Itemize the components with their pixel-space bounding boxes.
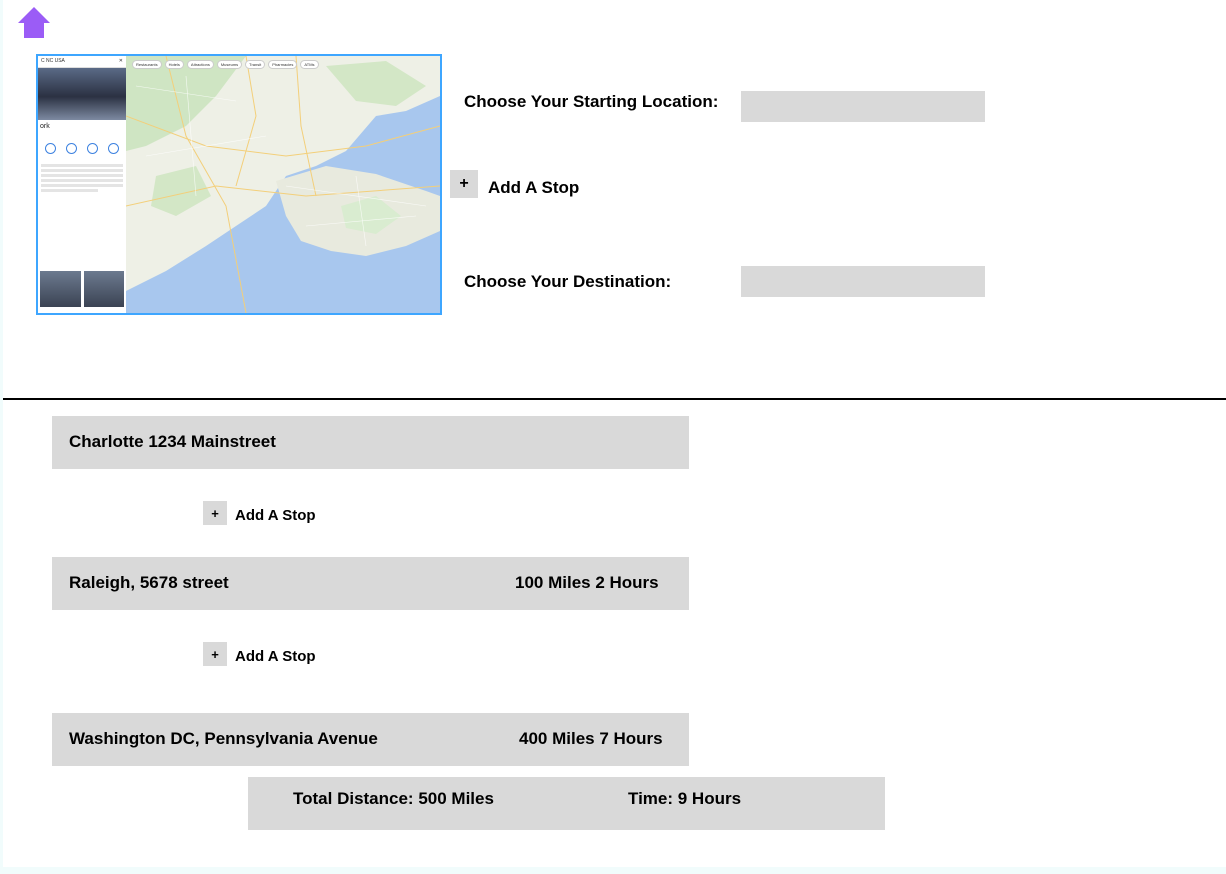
add-stop-button[interactable]: + [203, 642, 227, 666]
nearby-icon[interactable] [87, 143, 98, 154]
thumbnail-1[interactable] [40, 271, 81, 307]
start-location-label: Choose Your Starting Location: [464, 92, 719, 111]
home-icon[interactable] [16, 5, 52, 41]
map-category-chips: Restaurants Hotels Attractions Museums T… [132, 60, 319, 69]
plus-icon: + [459, 175, 469, 192]
page: C NC USA ✕ ork Restaurants Hotels Attrac… [3, 0, 1226, 867]
map-info-panel: C NC USA ✕ ork [38, 56, 127, 313]
thumbnail-2[interactable] [83, 271, 124, 307]
place-actions [38, 139, 126, 158]
close-icon[interactable]: ✕ [119, 58, 123, 65]
destination-input[interactable] [741, 266, 985, 297]
place-thumbnails [38, 271, 126, 307]
start-location-input[interactable] [741, 91, 985, 122]
route-stop-address: Washington DC, Pennsylvania Avenue [69, 729, 378, 748]
route-stop-address: Charlotte 1234 Mainstreet [69, 432, 276, 451]
add-stop-label[interactable]: Add A Stop [235, 648, 316, 665]
save-icon[interactable] [66, 143, 77, 154]
chip-hotels[interactable]: Hotels [164, 60, 184, 69]
place-description [38, 158, 126, 198]
route-stop-3[interactable]: Washington DC, Pennsylvania Avenue 400 M… [52, 713, 689, 766]
map-preview[interactable]: C NC USA ✕ ork Restaurants Hotels Attrac… [36, 54, 442, 315]
route-totals: Total Distance: 500 Miles Time: 9 Hours [248, 777, 885, 830]
section-divider [3, 398, 1226, 400]
map-search-text: C NC USA [41, 58, 65, 64]
route-stop-leg-info: 100 Miles 2 Hours [515, 573, 659, 592]
add-stop-label[interactable]: Add A Stop [488, 178, 579, 198]
place-title: ork [40, 123, 50, 130]
map-search-field[interactable]: C NC USA ✕ [38, 56, 126, 68]
route-stop-address: Raleigh, 5678 street [69, 573, 229, 592]
route-stop-1[interactable]: Charlotte 1234 Mainstreet [52, 416, 689, 469]
add-stop-label[interactable]: Add A Stop [235, 507, 316, 524]
chip-restaurants[interactable]: Restaurants [132, 60, 162, 69]
route-stop-leg-info: 400 Miles 7 Hours [519, 729, 663, 748]
place-photo [38, 68, 126, 120]
route-stop-2[interactable]: Raleigh, 5678 street 100 Miles 2 Hours [52, 557, 689, 610]
chip-attractions[interactable]: Attractions [186, 60, 214, 69]
share-icon[interactable] [108, 143, 119, 154]
chip-atms[interactable]: ATMs [300, 60, 319, 69]
total-distance: Total Distance: 500 Miles [293, 789, 494, 808]
destination-label: Choose Your Destination: [464, 272, 672, 291]
map-canvas[interactable] [126, 56, 440, 313]
chip-pharmacies[interactable]: Pharmacies [268, 60, 298, 69]
chip-transit[interactable]: Transit [245, 60, 266, 69]
directions-icon[interactable] [45, 143, 56, 154]
add-stop-button[interactable]: + [450, 170, 478, 198]
plus-icon: + [211, 505, 219, 521]
chip-museums[interactable]: Museums [216, 60, 243, 69]
plus-icon: + [211, 646, 219, 662]
total-time: Time: 9 Hours [628, 789, 742, 808]
add-stop-button[interactable]: + [203, 501, 227, 525]
